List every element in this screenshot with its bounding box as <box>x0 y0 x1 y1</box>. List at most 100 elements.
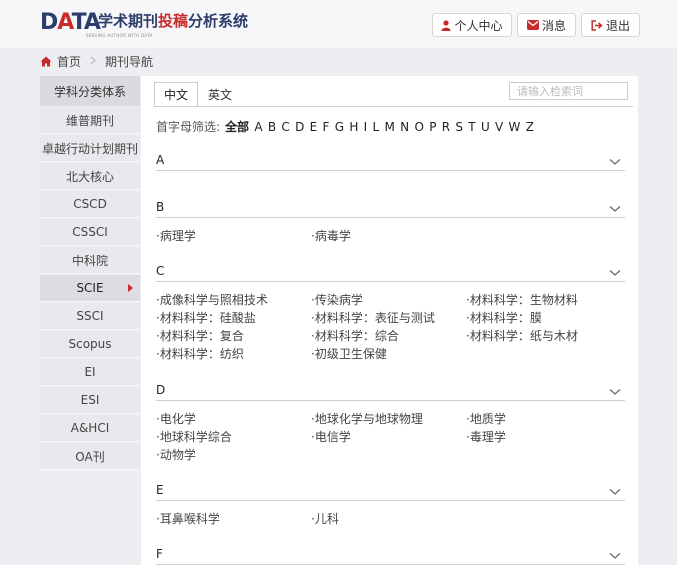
section-header-e[interactable]: E <box>156 482 625 501</box>
subject-link[interactable]: ·动物学 <box>156 448 196 462</box>
letter-filter-e[interactable]: E <box>310 120 318 134</box>
letter-filter-z[interactable]: Z <box>526 120 534 134</box>
search-input[interactable] <box>509 82 628 100</box>
sidebar-item-ei[interactable]: EI <box>40 359 140 386</box>
subject-link[interactable]: ·病毒学 <box>311 229 351 243</box>
letter-filter-n[interactable]: N <box>400 120 409 134</box>
subject-label: 病毒学 <box>314 229 351 243</box>
section-header-d[interactable]: D <box>156 382 625 401</box>
subject-link[interactable]: ·地球化学与地球物理 <box>311 412 423 426</box>
tab-chinese[interactable]: 中文 <box>154 82 198 107</box>
subject-link[interactable]: ·材料科学：纸与木材 <box>466 329 578 343</box>
breadcrumb-current: 期刊导航 <box>105 54 154 69</box>
letter-filter-d[interactable]: D <box>295 120 304 134</box>
letter-filter-m[interactable]: M <box>385 120 395 134</box>
breadcrumb: 首页 期刊导航 <box>40 52 153 70</box>
chevron-down-icon[interactable] <box>609 485 621 499</box>
section-letter: D <box>156 383 166 397</box>
sidebar-item-scopus[interactable]: Scopus <box>40 331 140 358</box>
subject-link[interactable]: ·地质学 <box>466 412 506 426</box>
messages-button[interactable]: 消息 <box>517 13 576 37</box>
letter-filter-v[interactable]: V <box>495 120 503 134</box>
section-header-f[interactable]: F <box>156 546 625 565</box>
subject-label: 材料科学：复合 <box>159 329 244 343</box>
letter-filter-i[interactable]: I <box>364 120 368 134</box>
subject-label: 成像科学与照相技术 <box>159 293 268 307</box>
sidebar-item-esi[interactable]: ESI <box>40 387 140 414</box>
sidebar-item-cscd[interactable]: CSCD <box>40 191 140 218</box>
logo-tagline: SERVING AUTHOR WITH DATA <box>86 33 153 38</box>
sidebar-item-ssci[interactable]: SSCI <box>40 303 140 330</box>
subject-link[interactable]: ·电化学 <box>156 412 196 426</box>
letter-filter-w[interactable]: W <box>509 120 521 134</box>
letter-filter-f[interactable]: F <box>323 120 330 134</box>
sidebar-item-ahci[interactable]: A&HCI <box>40 415 140 442</box>
chevron-down-icon[interactable] <box>609 549 621 563</box>
section-header-c[interactable]: C <box>156 263 625 282</box>
subject-link[interactable]: ·材料科学：综合 <box>311 329 399 343</box>
letter-filter-o[interactable]: O <box>414 120 423 134</box>
subject-link[interactable]: ·成像科学与照相技术 <box>156 293 268 307</box>
sidebar-item-label: 北大核心 <box>65 169 114 184</box>
letter-filter-a[interactable]: A <box>254 120 262 134</box>
subject-link[interactable]: ·病理学 <box>156 229 196 243</box>
subject-link[interactable]: ·材料科学：生物材料 <box>466 293 578 307</box>
sidebar-item-[interactable]: 维普期刊 <box>40 107 140 134</box>
subject-label: 耳鼻喉科学 <box>159 512 220 526</box>
section-header-a[interactable]: A <box>156 152 625 171</box>
subject-label: 病理学 <box>159 229 196 243</box>
sidebar-item-[interactable]: 北大核心 <box>40 163 140 190</box>
subject-link[interactable]: ·电信学 <box>311 430 351 444</box>
subject-link[interactable]: ·传染病学 <box>311 293 363 307</box>
subject-label: 地球科学综合 <box>159 430 232 444</box>
letter-filter-t[interactable]: T <box>468 120 475 134</box>
tab-divider <box>154 106 633 107</box>
chevron-down-icon[interactable] <box>609 155 621 169</box>
subject-label: 地球化学与地球物理 <box>314 412 423 426</box>
sidebar-item-oa[interactable]: OA刊 <box>40 443 140 470</box>
breadcrumb-home-link[interactable]: 首页 <box>57 53 81 70</box>
sidebar-item-[interactable]: 卓越行动计划期刊 <box>40 135 140 162</box>
sidebar-item-[interactable]: 中科院 <box>40 247 140 274</box>
sidebar-item-label: Scopus <box>68 337 112 351</box>
subject-link[interactable]: ·材料科学：膜 <box>466 311 542 325</box>
sidebar-item-cssci[interactable]: CSSCI <box>40 219 140 246</box>
subject-link[interactable]: ·毒理学 <box>466 430 506 444</box>
home-icon[interactable] <box>40 56 52 67</box>
main-panel: 中文 英文 首字母筛选: 全部 ABCDEFGHILMNOPRSTUVWZ AB… <box>141 76 638 565</box>
user-icon <box>441 19 451 31</box>
letter-filter-c[interactable]: C <box>281 120 289 134</box>
sidebar-item-scie[interactable]: SCIE <box>40 275 140 302</box>
chevron-down-icon[interactable] <box>609 385 621 399</box>
letter-filter-g[interactable]: G <box>335 120 344 134</box>
letter-filter-s[interactable]: S <box>455 120 463 134</box>
letter-filter-u[interactable]: U <box>481 120 490 134</box>
subject-label: 材料科学：生物材料 <box>469 293 578 307</box>
chevron-down-icon[interactable] <box>609 266 621 280</box>
subject-label: 初级卫生保健 <box>314 347 387 361</box>
letter-filter-r[interactable]: R <box>442 120 450 134</box>
letter-filter-h[interactable]: H <box>349 120 358 134</box>
subject-link[interactable]: ·材料科学：复合 <box>156 329 244 343</box>
section-header-b[interactable]: B <box>156 199 625 218</box>
subject-link[interactable]: ·耳鼻喉科学 <box>156 512 220 526</box>
chevron-down-icon[interactable] <box>609 202 621 216</box>
letter-filter-p[interactable]: P <box>429 120 436 134</box>
subject-link[interactable]: ·地球科学综合 <box>156 430 232 444</box>
subject-link[interactable]: ·材料科学：硅酸盐 <box>156 311 256 325</box>
tab-english[interactable]: 英文 <box>198 82 242 107</box>
sidebar-item-label: 卓越行动计划期刊 <box>41 141 138 156</box>
subject-link[interactable]: ·儿科 <box>311 512 339 526</box>
subject-label: 材料科学：硅酸盐 <box>159 311 256 325</box>
chevron-right-icon <box>90 55 96 68</box>
profile-button[interactable]: 个人中心 <box>432 13 512 37</box>
letter-filter-b[interactable]: B <box>268 120 276 134</box>
letter-filter-l[interactable]: L <box>373 120 380 134</box>
subject-link[interactable]: ·材料科学：纺织 <box>156 347 244 361</box>
caret-right-icon <box>128 284 133 292</box>
logout-button[interactable]: 退出 <box>581 13 640 37</box>
letter-filter-all[interactable]: 全部 <box>225 118 249 135</box>
subject-link[interactable]: ·初级卫生保健 <box>311 347 387 361</box>
sign-out-icon <box>591 19 603 31</box>
subject-link[interactable]: ·材料科学：表征与测试 <box>311 311 435 325</box>
